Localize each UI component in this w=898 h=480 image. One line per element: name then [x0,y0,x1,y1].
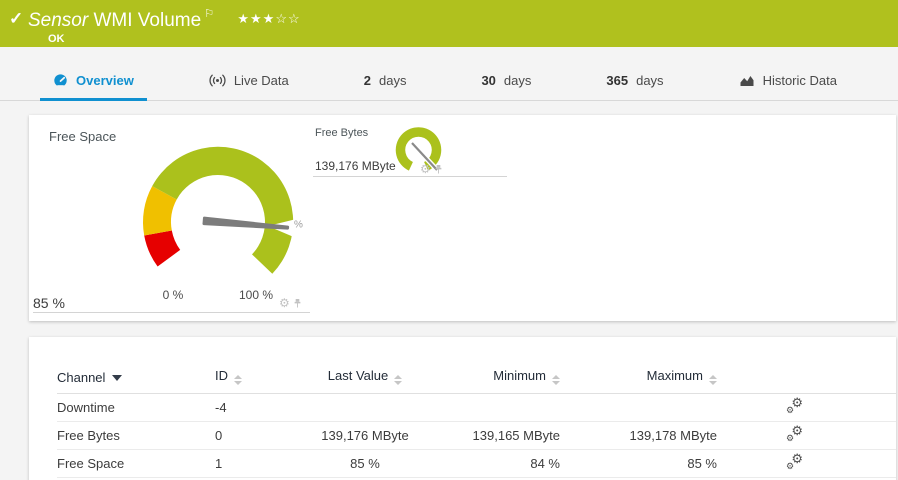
gauge-title: Free Space [49,129,117,144]
channel-minimum: 84 % [530,456,560,471]
channel-id: 1 [215,456,223,471]
tab-365-days[interactable]: 365 days [593,63,676,101]
sensor-header: ✓ Sensor WMI Volume ⚐ ★★★☆☆ OK [0,0,898,47]
sorted-desc-icon [112,375,123,381]
column-header-id[interactable]: ID [215,368,305,385]
tab-label: days [636,73,664,88]
channel-settings-gears-icon[interactable]: ⚙ ⚙ [786,396,803,415]
gauge-title: Free Bytes [315,127,369,139]
gauge-scale-max: 100 % [238,288,274,302]
star-icon[interactable]: ☆ [288,11,301,26]
sort-icon [234,375,242,385]
tab-overview[interactable]: Overview [40,63,147,101]
gauge-arc-error [144,230,181,267]
channels-table: Channel ID Last Value Minimum Maximum Do… [29,337,896,478]
channel-name: Free Space [57,456,125,471]
live-data-icon [209,74,226,87]
gauge-tools: ⚙ [279,297,302,309]
pin-icon[interactable] [293,298,302,309]
column-header-channel[interactable]: Channel [57,370,215,385]
gauge-scale-min: 0 % [162,288,184,302]
free-bytes-current-value: 139,176 MByte [315,159,396,173]
channels-panel: Channel ID Last Value Minimum Maximum Do… [29,337,896,480]
tab-live-data[interactable]: Live Data [196,63,302,101]
sort-icon [552,375,560,385]
channel-id: 0 [215,428,223,443]
tab-label: Historic Data [762,73,837,88]
column-header-last-value[interactable]: Last Value [305,368,425,385]
sensor-title-prefix: Sensor [28,10,89,31]
sensor-page: ✓ Sensor WMI Volume⚐ ★★★☆☆ OK Overview [0,0,898,480]
table-row[interactable]: Free Space 1 85 % 84 % 85 % ⚙ ⚙ [57,450,896,478]
free-space-gauge-tile: Free Space % 85 % 0 % 100 % ⚙ [33,125,310,313]
historic-chart-icon [740,76,754,86]
tab-bar: Overview Live Data 2 days 30 days 365 da… [0,63,898,101]
free-bytes-gauge-tile: Free Bytes 139,176 MByte ⚙ [313,125,507,177]
gauge-unit-mark: % [294,220,303,231]
status-check-icon: ✓ [9,9,24,28]
tab-30-days[interactable]: 30 days [468,63,544,101]
tab-number: 365 [606,73,629,88]
channel-id: -4 [215,400,227,415]
sort-icon [709,375,717,385]
sort-icon [394,375,403,385]
channel-last-value: 85 % [350,456,380,471]
channel-maximum: 139,178 MByte [629,428,717,443]
table-header-row: Channel ID Last Value Minimum Maximum [57,337,896,394]
tab-label: days [378,73,407,88]
column-header-minimum[interactable]: Minimum [425,368,560,385]
priority-stars[interactable]: ★★★☆☆ [237,11,300,26]
table-row[interactable]: Downtime -4 ⚙ ⚙ [57,394,896,422]
star-icon[interactable]: ★ [237,11,250,26]
channel-name: Free Bytes [57,428,120,443]
channel-name: Downtime [57,400,115,415]
column-header-maximum[interactable]: Maximum [560,368,717,385]
star-icon[interactable]: ★ [250,11,263,26]
free-space-current-value: 85 % [33,295,65,311]
page-title: WMI Volume [93,10,202,31]
star-icon[interactable]: ★ [263,11,276,26]
channel-settings-gears-icon[interactable]: ⚙ ⚙ [786,452,803,471]
pin-icon[interactable] [434,164,443,175]
channel-maximum: 85 % [687,456,717,471]
tab-2-days[interactable]: 2 days [351,63,420,101]
status-badge: OK [48,33,65,45]
tab-number: 30 [481,73,496,88]
gauge-icon [54,74,67,88]
sensor-title-row: Sensor WMI Volume ⚐ ★★★☆☆ [28,7,301,32]
channel-last-value: 139,176 MByte [321,428,409,443]
tab-number: 2 [363,73,371,88]
table-row[interactable]: Free Bytes 0 139,176 MByte 139,165 MByte… [57,422,896,450]
tab-label: Overview [76,73,134,88]
gauges-panel: Free Space % 85 % 0 % 100 % ⚙ Free Bytes… [29,115,896,321]
tab-historic-data[interactable]: Historic Data [726,63,850,101]
gauge-settings-gear-icon[interactable]: ⚙ [279,297,290,309]
star-icon[interactable]: ☆ [275,11,288,26]
free-space-gauge: % [142,146,303,274]
gauge-tools: ⚙ [420,163,443,175]
tab-label: Live Data [233,73,289,88]
gauge-settings-gear-icon[interactable]: ⚙ [420,163,431,175]
tab-label: days [503,73,532,88]
channel-minimum: 139,165 MByte [472,428,560,443]
flag-icon[interactable]: ⚐ [204,8,214,20]
channel-settings-gears-icon[interactable]: ⚙ ⚙ [786,424,803,443]
